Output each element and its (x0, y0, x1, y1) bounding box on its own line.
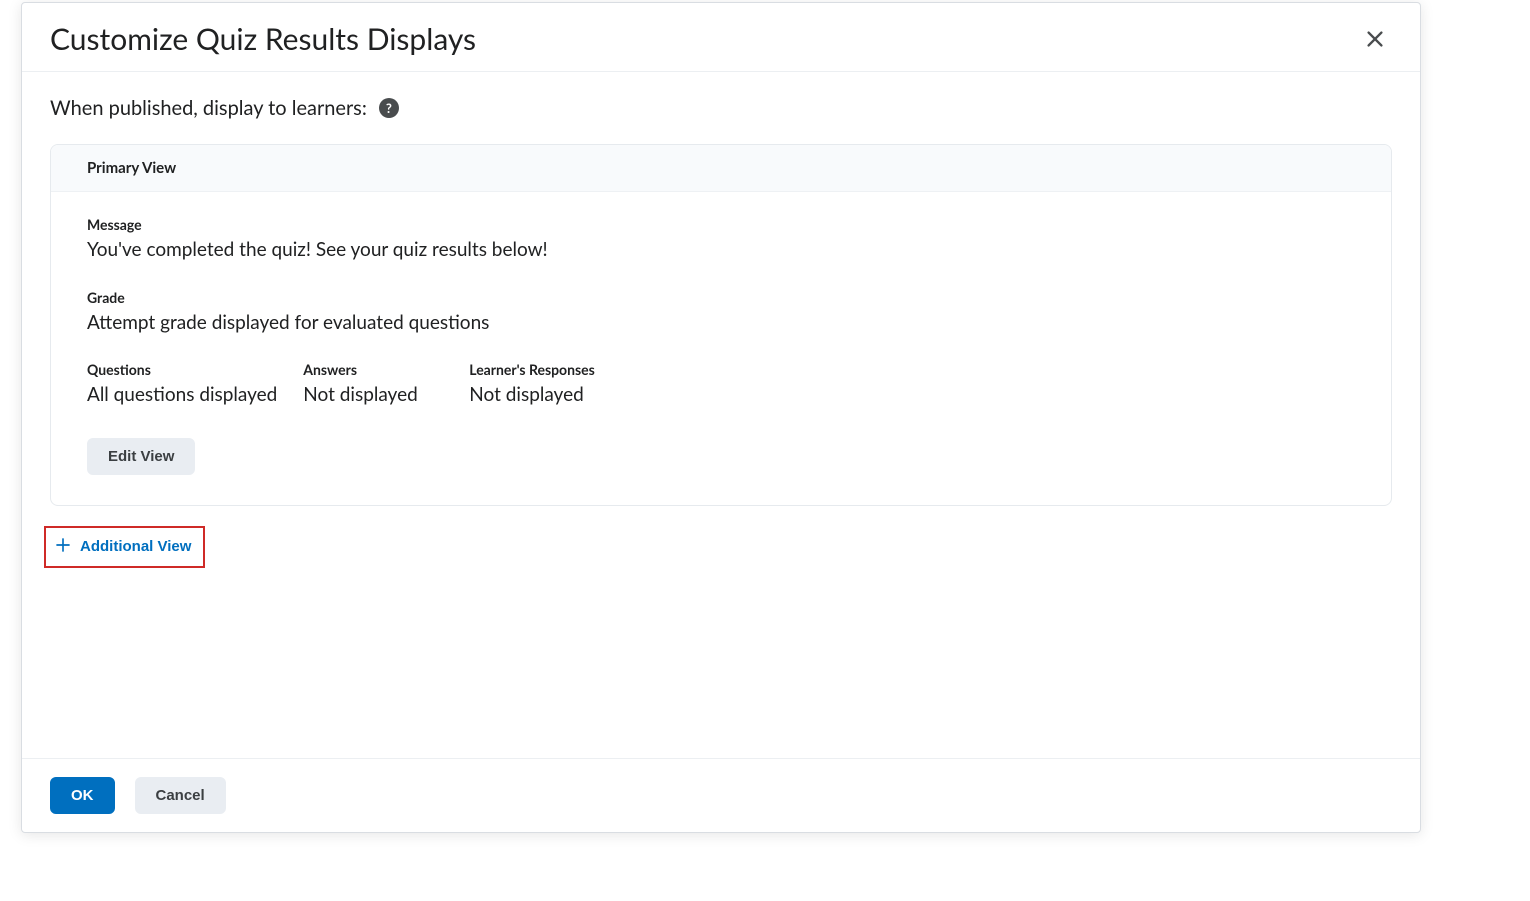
dialog-title: Customize Quiz Results Displays (50, 21, 476, 57)
primary-view-panel: Primary View Message You've completed th… (50, 144, 1392, 506)
responses-col: Learner's Responses Not displayed (469, 361, 609, 408)
grade-label: Grade (87, 289, 1355, 306)
add-additional-view-label: Additional View (80, 538, 191, 555)
answers-label: Answers (303, 361, 443, 378)
subhead-row: When published, display to learners: ? (50, 96, 1392, 120)
dialog-footer: OK Cancel (22, 758, 1420, 832)
dialog-header: Customize Quiz Results Displays (22, 3, 1420, 72)
close-icon (1364, 38, 1386, 53)
grade-block: Grade Attempt grade displayed for evalua… (87, 289, 1355, 336)
ok-button[interactable]: OK (50, 777, 115, 814)
add-additional-view-button[interactable]: Additional View (52, 534, 193, 560)
message-label: Message (87, 216, 1355, 233)
help-icon[interactable]: ? (379, 98, 399, 118)
questions-col: Questions All questions displayed (87, 361, 277, 408)
plus-icon (54, 536, 72, 558)
subhead-text: When published, display to learners: (50, 96, 367, 120)
message-value: You've completed the quiz! See your quiz… (87, 237, 1355, 263)
grade-value: Attempt grade displayed for evaluated qu… (87, 310, 1355, 336)
dialog-body: When published, display to learners: ? P… (22, 72, 1420, 758)
answers-value: Not displayed (303, 382, 443, 408)
primary-view-title: Primary View (87, 159, 1355, 177)
primary-view-panel-body: Message You've completed the quiz! See y… (51, 192, 1391, 505)
responses-value: Not displayed (469, 382, 609, 408)
cancel-button[interactable]: Cancel (135, 777, 226, 814)
questions-label: Questions (87, 361, 277, 378)
questions-value: All questions displayed (87, 382, 277, 408)
answers-col: Answers Not displayed (303, 361, 443, 408)
close-button[interactable] (1358, 22, 1392, 56)
qar-row: Questions All questions displayed Answer… (87, 361, 1355, 408)
edit-view-button[interactable]: Edit View (87, 438, 195, 475)
customize-results-dialog: Customize Quiz Results Displays When pub… (21, 2, 1421, 833)
primary-view-panel-header: Primary View (51, 145, 1391, 192)
message-block: Message You've completed the quiz! See y… (87, 216, 1355, 263)
responses-label: Learner's Responses (469, 361, 609, 378)
additional-view-highlight: Additional View (44, 526, 205, 568)
